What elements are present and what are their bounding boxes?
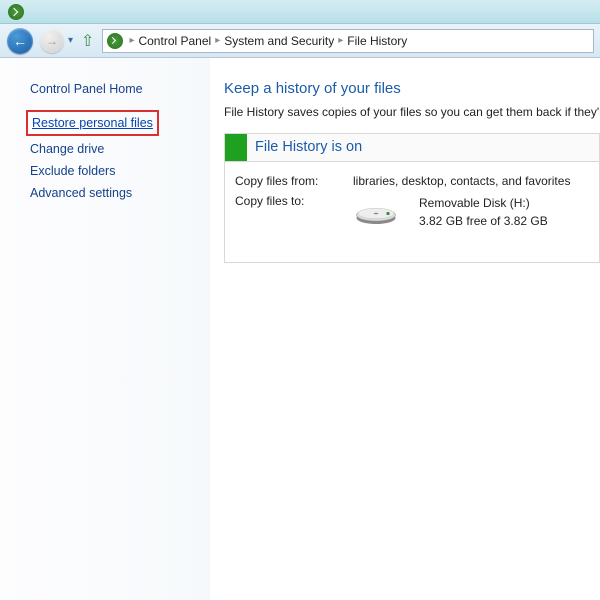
- main-panel: Keep a history of your files File Histor…: [210, 58, 600, 600]
- disk-row: Removable Disk (H:) 3.82 GB free of 3.82…: [353, 194, 589, 230]
- disk-drive-icon: [353, 197, 399, 227]
- status-indicator-on: [225, 134, 247, 161]
- status-box: File History is on Copy files from: libr…: [224, 133, 600, 263]
- file-history-icon: [8, 4, 24, 20]
- arrow-left-icon: ←: [7, 28, 33, 54]
- disk-name: Removable Disk (H:): [419, 194, 548, 212]
- status-body: Copy files from: libraries, desktop, con…: [225, 162, 599, 262]
- arrow-right-icon: →: [40, 29, 64, 53]
- sidebar-home-link[interactable]: Control Panel Home: [0, 78, 210, 110]
- navigation-toolbar: ← → ▾ ⇧ ▸ Control Panel ▸ System and Sec…: [0, 24, 600, 58]
- back-button[interactable]: ←: [6, 28, 34, 54]
- address-bar[interactable]: ▸ Control Panel ▸ System and Security ▸ …: [102, 29, 594, 53]
- sidebar: Control Panel Home Restore personal file…: [0, 58, 210, 600]
- copy-to-label: Copy files to:: [235, 194, 343, 230]
- content-area: Control Panel Home Restore personal file…: [0, 58, 600, 600]
- history-dropdown[interactable]: ▾: [68, 35, 73, 46]
- page-title: Keep a history of your files: [224, 80, 600, 97]
- highlight-box: Restore personal files: [26, 110, 159, 136]
- page-subtitle: File History saves copies of your files …: [224, 105, 600, 119]
- sidebar-link-restore[interactable]: Restore personal files: [32, 116, 153, 130]
- status-header: File History is on: [225, 134, 599, 162]
- chevron-right-icon: ▸: [338, 35, 343, 46]
- breadcrumb-system-security[interactable]: System and Security: [224, 34, 334, 48]
- chevron-right-icon: ▸: [215, 35, 220, 46]
- disk-info: Removable Disk (H:) 3.82 GB free of 3.82…: [419, 194, 548, 230]
- up-button[interactable]: ⇧: [81, 31, 94, 51]
- chevron-right-icon: ▸: [129, 35, 134, 46]
- status-title: File History is on: [247, 134, 372, 161]
- breadcrumb-file-history[interactable]: File History: [347, 34, 407, 48]
- sidebar-link-exclude-folders[interactable]: Exclude folders: [0, 160, 210, 182]
- sidebar-link-advanced-settings[interactable]: Advanced settings: [0, 182, 210, 204]
- breadcrumb-control-panel[interactable]: Control Panel: [138, 34, 211, 48]
- copy-from-label: Copy files from:: [235, 174, 343, 188]
- disk-free-space: 3.82 GB free of 3.82 GB: [419, 212, 548, 230]
- file-history-icon: [107, 33, 123, 49]
- copy-from-value: libraries, desktop, contacts, and favori…: [353, 174, 589, 188]
- sidebar-link-change-drive[interactable]: Change drive: [0, 138, 210, 160]
- forward-button[interactable]: →: [38, 28, 66, 54]
- window-titlebar: [0, 0, 600, 24]
